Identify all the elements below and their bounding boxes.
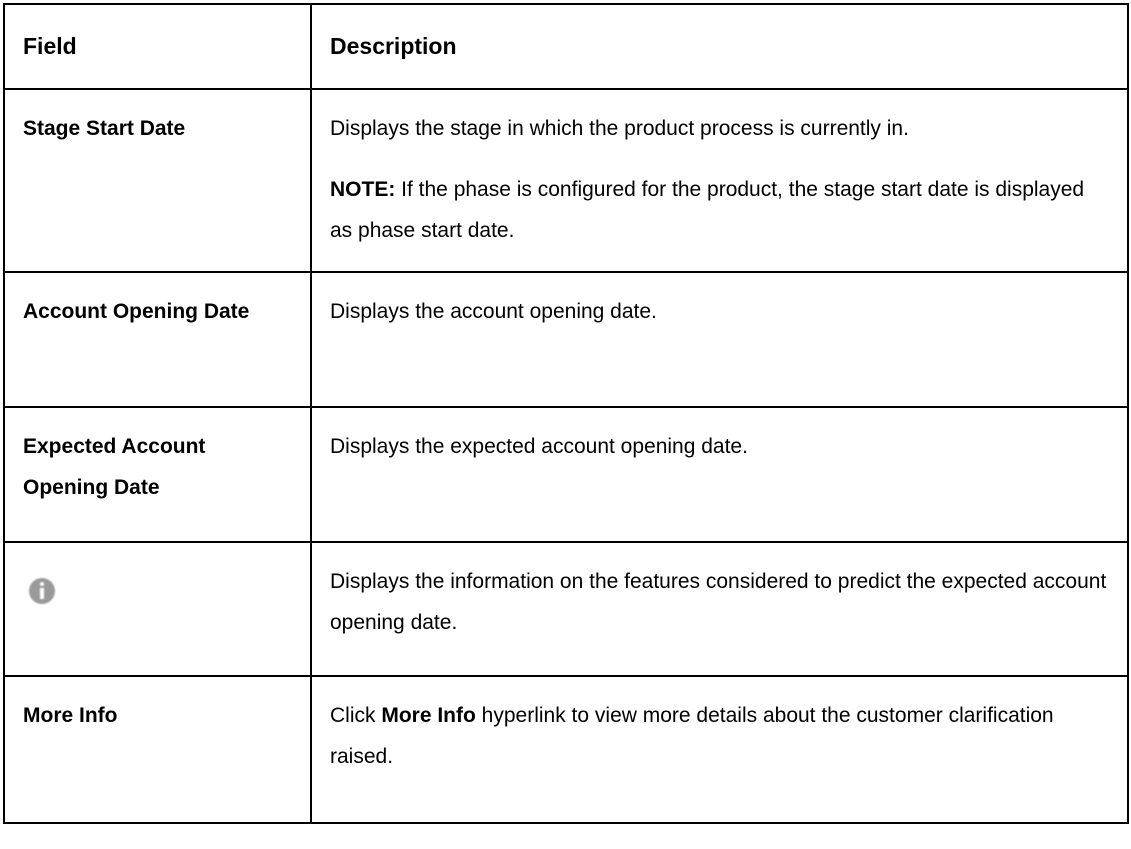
more-info-term: More Info [381,704,476,727]
description-text: Displays the expected account opening da… [330,435,748,458]
field-name: Account Opening Date [23,300,250,323]
description-pre: Click [330,704,382,727]
table-row: Account Opening Date Displays the accoun… [3,271,1129,408]
field-cell: Expected Account Opening Date [3,406,312,543]
description-cell: Displays the account opening date. [310,271,1129,408]
table-row: Displays the information on the features… [3,541,1129,677]
field-name: Expected Account Opening Date [23,435,206,499]
note-label: NOTE: [330,178,396,201]
table-row: Stage Start Date Displays the stage in w… [3,88,1129,273]
description-cell: Displays the expected account opening da… [310,406,1129,543]
field-cell: More Info [3,675,312,824]
note-paragraph: NOTE: If the phase is configured for the… [330,169,1109,251]
description-text: Click More Info hyperlink to view more d… [330,695,1109,777]
table-row: More Info Click More Info hyperlink to v… [3,675,1129,824]
table-row: Expected Account Opening Date Displays t… [3,406,1129,543]
description-text: Displays the stage in which the product … [330,117,909,140]
info-icon [29,578,55,604]
header-field: Field [3,3,312,90]
description-cell: Click More Info hyperlink to view more d… [310,675,1129,824]
description-cell: Displays the information on the features… [310,541,1129,677]
field-name: Stage Start Date [23,117,186,140]
field-name: More Info [23,704,118,727]
field-cell: Stage Start Date [3,88,312,273]
table-header-row: Field Description [3,3,1129,90]
description-text: Displays the account opening date. [330,300,657,323]
header-description: Description [310,3,1129,90]
field-cell: Account Opening Date [3,271,312,408]
description-text: Displays the information on the features… [330,570,1107,634]
note-text: If the phase is configured for the produ… [330,178,1085,242]
field-description-table: Field Description Stage Start Date Displ… [3,3,1129,824]
description-cell: Displays the stage in which the product … [310,88,1129,273]
field-cell [3,541,312,677]
